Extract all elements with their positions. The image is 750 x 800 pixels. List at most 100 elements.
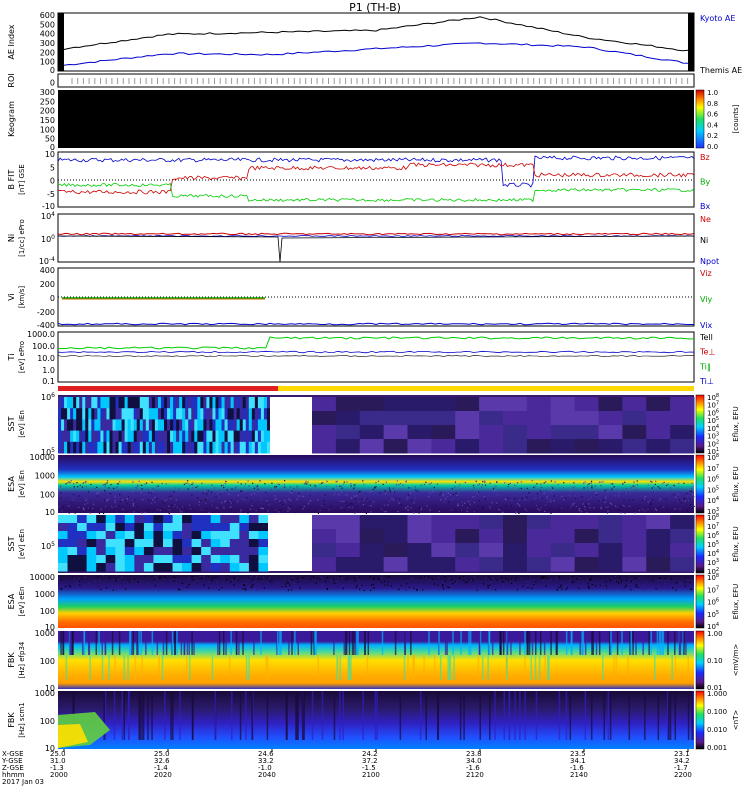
legend-label: Npot <box>700 257 719 266</box>
panel-yunit: [eV] eEn <box>18 529 26 559</box>
legend-label: Bx <box>700 202 710 211</box>
colorbar-label: [counts] <box>732 104 740 133</box>
colorbar-label: Eflux, EFU <box>732 526 740 561</box>
legend-label: Ti⊥ <box>699 377 714 386</box>
esa-electron-spectrogram <box>58 575 694 628</box>
x-axis-time: 2120 <box>466 771 484 779</box>
y-tick-label: 400 <box>40 30 55 39</box>
colorbar-label: Eflux, EFU <box>732 406 740 441</box>
y-tick-label: 1000 <box>35 689 55 698</box>
panel-ylabel: ESA <box>7 593 16 609</box>
y-tick-label: 100 <box>41 234 55 244</box>
y-tick-label: 600 <box>40 11 55 20</box>
y-tick-label: 200 <box>40 48 55 57</box>
legend-label: Ti‖ <box>699 362 711 371</box>
panel-yunit: [eV] iEn <box>18 410 26 438</box>
panel-yunit: [1/cc] ePro <box>18 219 26 257</box>
y-tick-label: 0 <box>50 177 55 186</box>
y-tick-label: 200 <box>40 107 55 116</box>
x-axis-time: 2140 <box>570 771 588 779</box>
colorbar-tick-label: 108 <box>707 513 719 522</box>
colorbar-tick-label: 0.2 <box>707 132 718 140</box>
y-tick-label: 100 <box>40 717 55 726</box>
y-tick-label: 500 <box>40 20 55 29</box>
colorbar-tick-label: 104 <box>707 496 719 505</box>
colorbar-tick-label: 1.00 <box>707 630 723 638</box>
colorbar-tick-label: 107 <box>707 522 719 531</box>
colorbar-tick-label: 108 <box>707 573 719 582</box>
x-axis-table: X-GSEY-GSEZ-GSEhhmm2017 Jan 0325.031.0-1… <box>1 749 692 786</box>
panel-ylabel: Vi <box>7 293 16 301</box>
colorbar-tick-label: 0.6 <box>707 111 719 119</box>
y-tick-label: 100.0 <box>32 342 55 351</box>
panel-ylabel: AE Index <box>7 24 16 59</box>
panel-yunit: [Hz] efp34 <box>18 641 26 678</box>
legend-label: By <box>700 178 710 187</box>
y-tick-label: 106 <box>41 392 55 402</box>
panel-yunit: [km/s] <box>18 286 26 309</box>
y-tick-label: 1000 <box>35 629 55 638</box>
y-tick-label: 300 <box>40 88 55 97</box>
legend-label: Bz <box>700 153 710 162</box>
mode-bar <box>58 386 694 391</box>
legend-label: Vix <box>700 321 713 330</box>
legend-label: Themis AE <box>699 66 742 75</box>
y-tick-label: 100 <box>40 490 55 499</box>
y-tick-label: 0.1 <box>42 377 55 386</box>
panel-ylabel: Keogram <box>7 101 16 137</box>
panel-ylabel: B FIT <box>7 169 16 189</box>
y-tick-label: 10.0 <box>37 354 55 363</box>
y-tick-label: 150 <box>40 116 55 125</box>
legend-label: Te⊥ <box>699 348 715 357</box>
panel-yunit: [eV] iEn <box>18 470 26 498</box>
plot-title: P1 (TH-B) <box>349 1 401 14</box>
y-tick-label: 100 <box>40 657 55 666</box>
colorbar-tick-label: 105 <box>707 485 719 494</box>
panel-yunit: [eV] ePro <box>18 341 26 373</box>
y-tick-label: -5 <box>47 190 55 199</box>
y-tick-label: 0 <box>50 66 55 75</box>
y-tick-label: 300 <box>40 39 55 48</box>
keogram-colorbar <box>695 89 705 149</box>
roi-strip <box>57 73 695 88</box>
keogram-image <box>58 90 694 148</box>
colorbar-tick-label: 105 <box>707 610 719 619</box>
colorbar-tick-label: 0.010 <box>707 726 727 734</box>
panel-yunit: [eV] eEn <box>18 587 26 617</box>
y-tick-label: 10 <box>45 508 55 517</box>
fbk-efield-spectrogram <box>58 631 694 689</box>
y-tick-label: -10 <box>42 202 55 211</box>
fbk-bfield-spectrogram <box>58 691 695 749</box>
colorbar-tick-label: 106 <box>707 475 719 484</box>
y-tick-label: 100 <box>40 607 55 616</box>
sst-electron-colorbar <box>695 514 705 574</box>
colorbar-tick-label: 0.8 <box>707 100 718 108</box>
y-tick-label: 10 <box>45 150 55 159</box>
legend-label: Viz <box>700 269 712 278</box>
y-tick-label: -400 <box>37 321 55 330</box>
panel-ylabel: Ni <box>7 234 16 242</box>
y-tick-label: 10-4 <box>39 256 55 266</box>
panel-ylabel: ROI <box>7 73 16 87</box>
y-tick-label: 0 <box>50 79 55 88</box>
x-axis-time: 2040 <box>258 771 276 779</box>
colorbar-tick-label: 108 <box>707 453 719 462</box>
sst-ion-spectrogram <box>58 395 695 454</box>
panel-ylabel: SST <box>7 416 16 431</box>
y-tick-label: 10000 <box>30 573 55 582</box>
x-axis-time: 2000 <box>50 771 68 779</box>
temperature-plot-area <box>57 331 695 383</box>
y-tick-label: 400 <box>40 266 55 275</box>
esa-ion-colorbar <box>695 454 705 514</box>
y-tick-label: 1000 <box>35 590 55 599</box>
legend-label: Tell <box>699 333 713 342</box>
colorbar-tick-label: 0.0 <box>707 143 718 151</box>
x-axis-time: 2020 <box>154 771 172 779</box>
y-tick-label: 10000 <box>30 453 55 462</box>
density-plot-area <box>57 213 695 263</box>
colorbar-tick-label: 1.000 <box>707 690 727 698</box>
panel-ylabel: ESA <box>7 476 16 492</box>
colorbar-label: <mV/m> <box>732 644 740 677</box>
legend-label: Viy <box>700 295 713 304</box>
colorbar-label: Eflux, EFU <box>732 466 740 501</box>
